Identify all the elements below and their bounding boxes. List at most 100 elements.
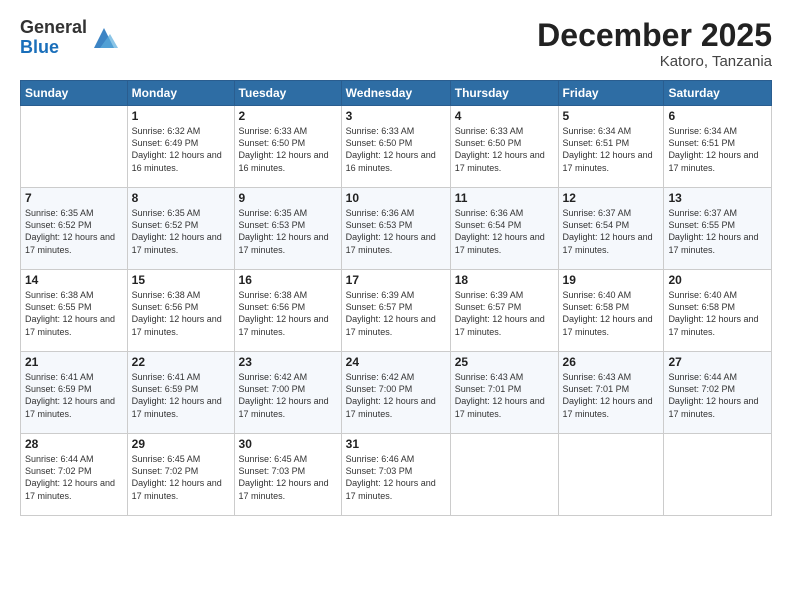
day-number: 15: [132, 273, 230, 287]
sunset-text: Sunset: 7:01 PM: [563, 384, 630, 394]
calendar-cell: 9 Sunrise: 6:35 AM Sunset: 6:53 PM Dayli…: [234, 188, 341, 270]
sunrise-text: Sunrise: 6:46 AM: [346, 454, 415, 464]
logo-text: General Blue: [20, 18, 87, 58]
calendar-cell: 1 Sunrise: 6:32 AM Sunset: 6:49 PM Dayli…: [127, 106, 234, 188]
daylight-text: Daylight: 12 hours and 17 minutes.: [25, 314, 115, 336]
sunrise-text: Sunrise: 6:35 AM: [132, 208, 201, 218]
calendar-cell: 11 Sunrise: 6:36 AM Sunset: 6:54 PM Dayl…: [450, 188, 558, 270]
sunset-text: Sunset: 6:52 PM: [132, 220, 199, 230]
sunset-text: Sunset: 7:02 PM: [132, 466, 199, 476]
sunset-text: Sunset: 6:53 PM: [239, 220, 306, 230]
day-info: Sunrise: 6:34 AM Sunset: 6:51 PM Dayligh…: [668, 125, 767, 174]
sunrise-text: Sunrise: 6:38 AM: [239, 290, 308, 300]
sunrise-text: Sunrise: 6:33 AM: [455, 126, 524, 136]
sunset-text: Sunset: 6:58 PM: [563, 302, 630, 312]
day-number: 30: [239, 437, 337, 451]
day-info: Sunrise: 6:37 AM Sunset: 6:54 PM Dayligh…: [563, 207, 660, 256]
sunset-text: Sunset: 7:03 PM: [239, 466, 306, 476]
calendar-cell: 18 Sunrise: 6:39 AM Sunset: 6:57 PM Dayl…: [450, 270, 558, 352]
day-info: Sunrise: 6:39 AM Sunset: 6:57 PM Dayligh…: [346, 289, 446, 338]
day-number: 9: [239, 191, 337, 205]
daylight-text: Daylight: 12 hours and 17 minutes.: [668, 232, 758, 254]
calendar-page: General Blue December 2025 Katoro, Tanza…: [0, 0, 792, 612]
calendar-cell: [450, 434, 558, 516]
daylight-text: Daylight: 12 hours and 17 minutes.: [132, 232, 222, 254]
sunset-text: Sunset: 6:50 PM: [239, 138, 306, 148]
day-info: Sunrise: 6:40 AM Sunset: 6:58 PM Dayligh…: [668, 289, 767, 338]
day-info: Sunrise: 6:37 AM Sunset: 6:55 PM Dayligh…: [668, 207, 767, 256]
day-info: Sunrise: 6:36 AM Sunset: 6:54 PM Dayligh…: [455, 207, 554, 256]
day-number: 10: [346, 191, 446, 205]
sunrise-text: Sunrise: 6:44 AM: [25, 454, 94, 464]
calendar-cell: 17 Sunrise: 6:39 AM Sunset: 6:57 PM Dayl…: [341, 270, 450, 352]
sunset-text: Sunset: 6:58 PM: [668, 302, 735, 312]
calendar-cell: 25 Sunrise: 6:43 AM Sunset: 7:01 PM Dayl…: [450, 352, 558, 434]
daylight-text: Daylight: 12 hours and 17 minutes.: [346, 478, 436, 500]
daylight-text: Daylight: 12 hours and 16 minutes.: [239, 150, 329, 172]
logo-general: General: [20, 17, 87, 37]
calendar-cell: 5 Sunrise: 6:34 AM Sunset: 6:51 PM Dayli…: [558, 106, 664, 188]
sunset-text: Sunset: 6:54 PM: [455, 220, 522, 230]
sunrise-text: Sunrise: 6:45 AM: [239, 454, 308, 464]
col-sunday: Sunday: [21, 81, 128, 106]
sunrise-text: Sunrise: 6:36 AM: [455, 208, 524, 218]
calendar-cell: 3 Sunrise: 6:33 AM Sunset: 6:50 PM Dayli…: [341, 106, 450, 188]
calendar-cell: 30 Sunrise: 6:45 AM Sunset: 7:03 PM Dayl…: [234, 434, 341, 516]
calendar-cell: 8 Sunrise: 6:35 AM Sunset: 6:52 PM Dayli…: [127, 188, 234, 270]
sunrise-text: Sunrise: 6:40 AM: [563, 290, 632, 300]
daylight-text: Daylight: 12 hours and 17 minutes.: [346, 396, 436, 418]
daylight-text: Daylight: 12 hours and 17 minutes.: [132, 314, 222, 336]
daylight-text: Daylight: 12 hours and 17 minutes.: [239, 478, 329, 500]
day-number: 26: [563, 355, 660, 369]
col-saturday: Saturday: [664, 81, 772, 106]
sunset-text: Sunset: 6:55 PM: [668, 220, 735, 230]
day-info: Sunrise: 6:34 AM Sunset: 6:51 PM Dayligh…: [563, 125, 660, 174]
sunset-text: Sunset: 7:02 PM: [668, 384, 735, 394]
day-number: 7: [25, 191, 123, 205]
col-thursday: Thursday: [450, 81, 558, 106]
col-friday: Friday: [558, 81, 664, 106]
sunrise-text: Sunrise: 6:45 AM: [132, 454, 201, 464]
day-number: 16: [239, 273, 337, 287]
sunset-text: Sunset: 6:50 PM: [346, 138, 413, 148]
logo: General Blue: [20, 18, 118, 58]
daylight-text: Daylight: 12 hours and 17 minutes.: [668, 314, 758, 336]
day-info: Sunrise: 6:32 AM Sunset: 6:49 PM Dayligh…: [132, 125, 230, 174]
sunrise-text: Sunrise: 6:41 AM: [25, 372, 94, 382]
day-info: Sunrise: 6:33 AM Sunset: 6:50 PM Dayligh…: [346, 125, 446, 174]
sunrise-text: Sunrise: 6:40 AM: [668, 290, 737, 300]
daylight-text: Daylight: 12 hours and 17 minutes.: [563, 396, 653, 418]
day-info: Sunrise: 6:43 AM Sunset: 7:01 PM Dayligh…: [563, 371, 660, 420]
day-number: 12: [563, 191, 660, 205]
sunrise-text: Sunrise: 6:34 AM: [668, 126, 737, 136]
day-info: Sunrise: 6:35 AM Sunset: 6:52 PM Dayligh…: [25, 207, 123, 256]
sunset-text: Sunset: 6:59 PM: [132, 384, 199, 394]
month-title: December 2025: [537, 18, 772, 53]
logo-blue: Blue: [20, 37, 59, 57]
day-info: Sunrise: 6:35 AM Sunset: 6:53 PM Dayligh…: [239, 207, 337, 256]
calendar-cell: 29 Sunrise: 6:45 AM Sunset: 7:02 PM Dayl…: [127, 434, 234, 516]
sunset-text: Sunset: 7:00 PM: [346, 384, 413, 394]
sunrise-text: Sunrise: 6:32 AM: [132, 126, 201, 136]
day-number: 22: [132, 355, 230, 369]
daylight-text: Daylight: 12 hours and 17 minutes.: [25, 478, 115, 500]
sunrise-text: Sunrise: 6:34 AM: [563, 126, 632, 136]
sunrise-text: Sunrise: 6:35 AM: [25, 208, 94, 218]
day-info: Sunrise: 6:44 AM Sunset: 7:02 PM Dayligh…: [668, 371, 767, 420]
daylight-text: Daylight: 12 hours and 17 minutes.: [563, 232, 653, 254]
day-info: Sunrise: 6:42 AM Sunset: 7:00 PM Dayligh…: [239, 371, 337, 420]
sunrise-text: Sunrise: 6:37 AM: [563, 208, 632, 218]
calendar-cell: [558, 434, 664, 516]
day-number: 28: [25, 437, 123, 451]
calendar-cell: 26 Sunrise: 6:43 AM Sunset: 7:01 PM Dayl…: [558, 352, 664, 434]
calendar-cell: 22 Sunrise: 6:41 AM Sunset: 6:59 PM Dayl…: [127, 352, 234, 434]
day-number: 31: [346, 437, 446, 451]
day-info: Sunrise: 6:38 AM Sunset: 6:55 PM Dayligh…: [25, 289, 123, 338]
calendar-cell: [21, 106, 128, 188]
daylight-text: Daylight: 12 hours and 17 minutes.: [132, 396, 222, 418]
sunrise-text: Sunrise: 6:33 AM: [346, 126, 415, 136]
daylight-text: Daylight: 12 hours and 17 minutes.: [455, 150, 545, 172]
calendar-cell: 6 Sunrise: 6:34 AM Sunset: 6:51 PM Dayli…: [664, 106, 772, 188]
day-number: 6: [668, 109, 767, 123]
daylight-text: Daylight: 12 hours and 17 minutes.: [239, 314, 329, 336]
